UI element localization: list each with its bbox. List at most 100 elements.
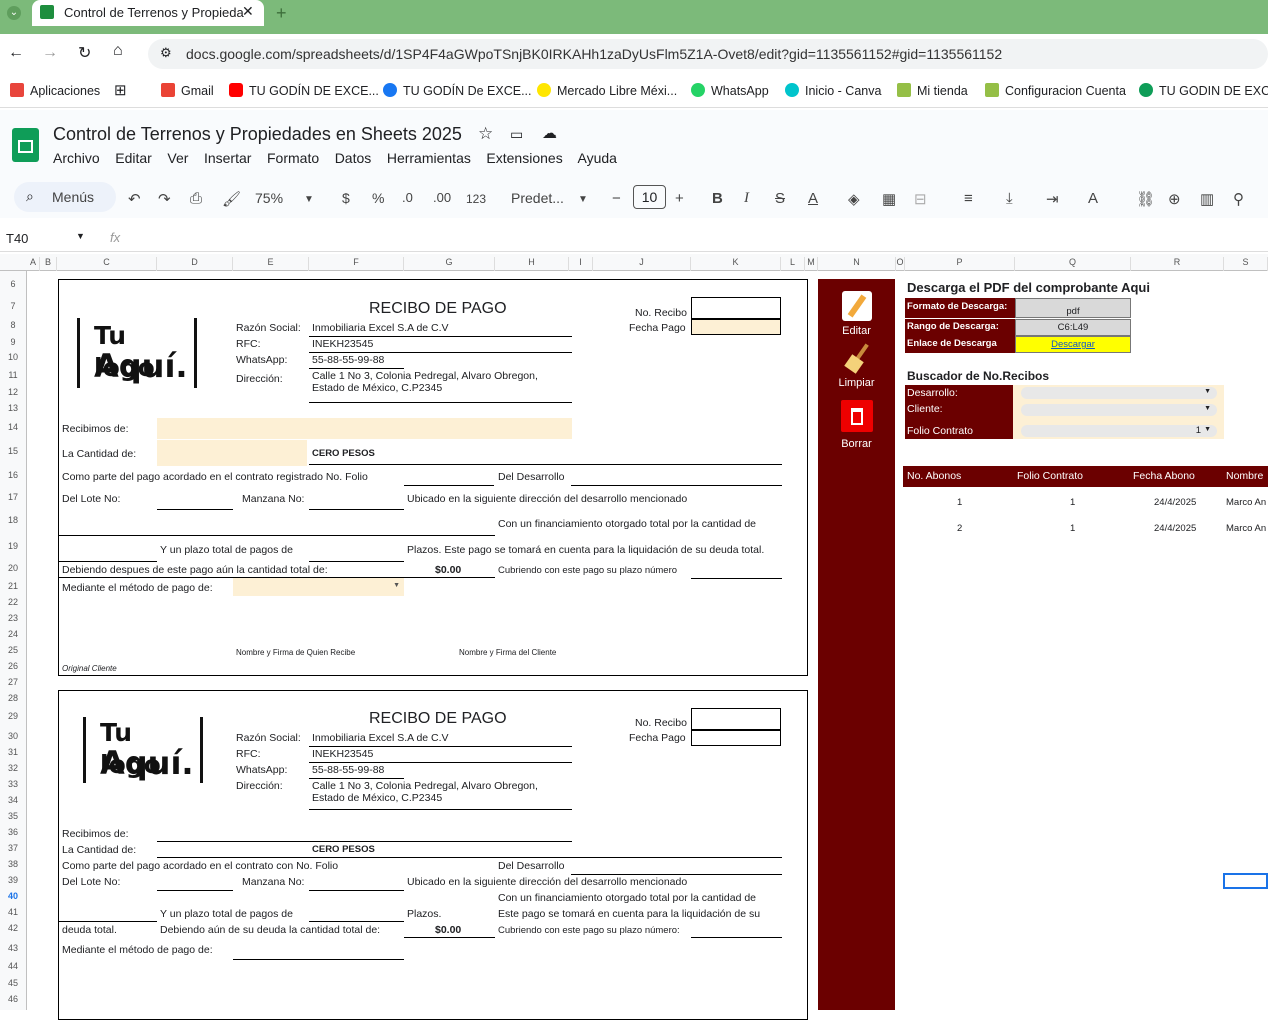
menu-ver[interactable]: Ver <box>167 150 188 166</box>
bookmark-canva[interactable]: Inicio - Canva <box>785 83 881 98</box>
star-icon[interactable]: ☆ <box>478 124 493 144</box>
formato-value[interactable]: pdf <box>1015 298 1131 318</box>
menu-extensiones[interactable]: Extensiones <box>486 150 562 166</box>
row-header[interactable]: 39 <box>0 875 26 885</box>
row-header[interactable]: 12 <box>0 387 26 397</box>
column-header[interactable]: I <box>569 257 593 271</box>
bookmark-mercadolibre[interactable]: Mercado Libre Méxi... <box>537 83 677 98</box>
redo-icon[interactable]: ↷ <box>158 190 171 208</box>
column-header[interactable]: H <box>495 257 569 271</box>
percent-button[interactable]: % <box>372 190 384 206</box>
menu-formato[interactable]: Formato <box>267 150 319 166</box>
sheets-logo-icon[interactable] <box>12 128 39 162</box>
row-header[interactable]: 8 <box>0 320 26 330</box>
row-header[interactable]: 44 <box>0 961 26 971</box>
row-header[interactable]: 38 <box>0 859 26 869</box>
recibimos-field[interactable] <box>157 418 572 439</box>
column-header[interactable]: F <box>309 257 404 271</box>
browser-tab[interactable]: Control de Terrenos y Propieda ✕ <box>32 0 264 26</box>
download-link[interactable]: Descargar <box>1015 336 1131 353</box>
menu-search[interactable]: ⌕ Menús <box>14 182 116 212</box>
column-header[interactable]: Q <box>1015 257 1131 271</box>
column-header[interactable]: A <box>27 257 40 271</box>
no-recibo-field[interactable] <box>691 708 781 730</box>
row-header[interactable]: 20 <box>0 563 26 573</box>
row-header[interactable]: 9 <box>0 337 26 347</box>
row-header[interactable]: 11 <box>0 370 26 380</box>
row-header[interactable]: 22 <box>0 597 26 607</box>
row-header[interactable]: 34 <box>0 795 26 805</box>
column-header[interactable]: M <box>805 257 818 271</box>
column-header[interactable]: P <box>905 257 1015 271</box>
fill-color-icon[interactable]: ◈ <box>848 190 860 208</box>
cliente-dropdown[interactable]: ▼ <box>1021 404 1217 416</box>
move-folder-icon[interactable]: ▭ <box>510 126 523 143</box>
italic-button[interactable]: I <box>744 190 749 207</box>
comment-icon[interactable]: ⊕ <box>1168 190 1181 208</box>
text-rotation-icon[interactable]: A <box>1088 190 1098 207</box>
tab-groups-icon[interactable]: ⊞ <box>114 81 127 99</box>
row-header[interactable]: 36 <box>0 827 26 837</box>
desarrollo-dropdown[interactable]: ▼ <box>1021 387 1217 399</box>
row-header[interactable]: 27 <box>0 677 26 687</box>
row-header[interactable]: 19 <box>0 541 26 551</box>
metodo-dropdown[interactable]: ▼ <box>233 578 404 596</box>
reload-icon[interactable]: ↻ <box>78 43 91 63</box>
bookmark-youtube[interactable]: TU GODÍN DE EXCE... <box>229 83 379 98</box>
bookmark-godin[interactable]: TU GODIN DE EXCEL <box>1139 83 1268 98</box>
selected-cell[interactable] <box>1223 873 1268 889</box>
align-left-icon[interactable]: ≡ <box>964 190 973 207</box>
font-size-field[interactable]: 10 <box>633 185 666 209</box>
text-wrap-icon[interactable]: ⇥ <box>1046 190 1059 208</box>
print-icon[interactable]: ⎙ <box>190 190 202 207</box>
strikethrough-button[interactable]: S <box>775 190 785 207</box>
column-header[interactable]: G <box>404 257 495 271</box>
bookmark-mitienda[interactable]: Mi tienda <box>897 83 968 98</box>
doc-title[interactable]: Control de Terrenos y Propiedades en She… <box>53 124 462 145</box>
row-header[interactable]: 32 <box>0 763 26 773</box>
row-header[interactable]: 26 <box>0 661 26 671</box>
vertical-align-icon[interactable]: ⤓ <box>1006 190 1013 207</box>
font-select[interactable]: Predet... <box>511 190 564 206</box>
row-header[interactable]: 43 <box>0 943 26 953</box>
forward-icon[interactable]: → <box>42 44 58 62</box>
row-header[interactable]: 31 <box>0 747 26 757</box>
bookmark-facebook[interactable]: TU GODÍN De EXCE... <box>383 83 532 98</box>
column-header[interactable]: O <box>896 257 905 271</box>
site-info-icon[interactable]: ⚙ <box>160 45 172 61</box>
text-color-button[interactable]: A <box>808 190 818 207</box>
row-header[interactable]: 29 <box>0 711 26 721</box>
row-header[interactable]: 14 <box>0 422 26 432</box>
bookmark-apps[interactable]: Aplicaciones <box>10 83 100 98</box>
menu-datos[interactable]: Datos <box>335 150 372 166</box>
column-header[interactable]: K <box>691 257 781 271</box>
table-row[interactable]: 1 1 24/4/2025 Marco An <box>903 495 1268 511</box>
tab-list-icon[interactable]: ⌄ <box>7 6 21 20</box>
row-header[interactable]: 7 <box>0 301 26 311</box>
undo-icon[interactable]: ↶ <box>128 190 141 208</box>
row-header[interactable]: 28 <box>0 693 26 703</box>
filter-icon[interactable]: ⚲ <box>1233 190 1244 208</box>
font-size-decrease-icon[interactable]: − <box>612 190 621 207</box>
column-header[interactable]: C <box>57 257 157 271</box>
back-icon[interactable]: ← <box>8 44 24 62</box>
chevron-down-icon[interactable]: ▼ <box>578 194 588 205</box>
fecha-pago-field[interactable] <box>691 730 781 746</box>
menu-archivo[interactable]: Archivo <box>53 150 100 166</box>
rango-value[interactable]: C6:L49 <box>1015 319 1131 336</box>
row-header[interactable]: 40 <box>0 891 26 901</box>
number-format-button[interactable]: 123 <box>466 192 486 206</box>
row-header[interactable]: 17 <box>0 492 26 502</box>
delete-button[interactable]: Borrar <box>818 400 895 450</box>
merge-cells-icon[interactable]: ⊟ <box>914 190 927 208</box>
row-header[interactable]: 30 <box>0 731 26 741</box>
home-icon[interactable]: ⌂ <box>113 42 123 60</box>
bookmark-whatsapp[interactable]: WhatsApp <box>691 83 769 98</box>
edit-button[interactable]: Editar <box>818 291 895 337</box>
column-header[interactable]: J <box>593 257 691 271</box>
cloud-status-icon[interactable]: ☁ <box>542 124 557 142</box>
row-header[interactable]: 23 <box>0 613 26 623</box>
row-header[interactable]: 42 <box>0 923 26 933</box>
row-header[interactable]: 18 <box>0 515 26 525</box>
column-header[interactable]: N <box>818 257 896 271</box>
